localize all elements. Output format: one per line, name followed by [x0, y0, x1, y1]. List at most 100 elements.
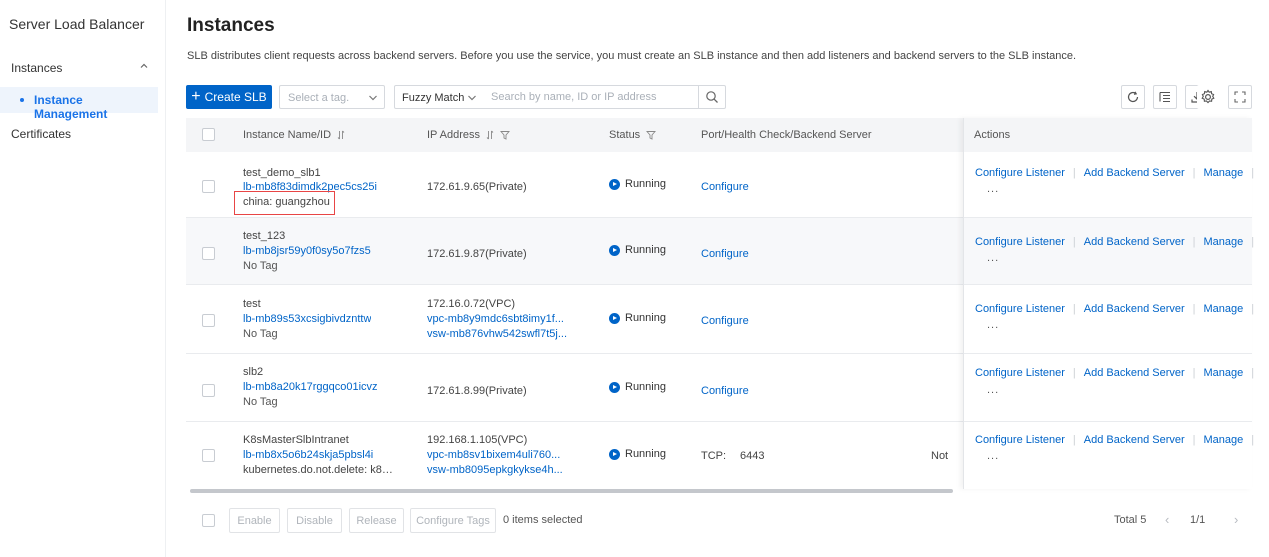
vswitch-link[interactable]: vsw-mb876vhw542swfl7t5j... — [427, 327, 567, 342]
configure-listener-link[interactable]: Configure Listener — [975, 167, 1065, 179]
filter-icon[interactable] — [646, 130, 657, 140]
page-indicator: 1/1 — [1190, 514, 1206, 526]
configure-listener-link[interactable]: Configure Listener — [975, 303, 1065, 315]
chevron-down-icon — [369, 95, 377, 101]
ip-address: 172.61.9.65(Private) — [427, 181, 527, 193]
running-icon — [609, 382, 620, 393]
search-button[interactable] — [698, 85, 726, 109]
column-settings-button[interactable] — [1153, 85, 1177, 109]
vpc-link[interactable]: vpc-mb8sv1bixem4uli760... — [427, 448, 560, 463]
instance-name: test_123 — [243, 230, 286, 242]
configure-tags-button[interactable]: Configure Tags — [410, 508, 496, 533]
add-backend-server-link[interactable]: Add Backend Server — [1084, 303, 1185, 315]
create-slb-label: Create SLB — [204, 90, 267, 104]
separator: | — [1251, 367, 1255, 379]
row-checkbox[interactable] — [202, 247, 215, 260]
configure-link[interactable]: Configure — [701, 247, 749, 262]
manage-link[interactable]: Manage — [1204, 434, 1244, 446]
column-header-status[interactable]: Status — [609, 129, 657, 141]
more-actions-button[interactable]: ... — [987, 252, 999, 264]
manage-link[interactable]: Manage — [1204, 303, 1244, 315]
refresh-icon — [1127, 91, 1139, 103]
configure-link[interactable]: Configure — [701, 384, 749, 399]
scrollbar-thumb[interactable] — [190, 489, 953, 493]
instance-name: test_demo_slb1 — [243, 167, 321, 179]
vpc-link[interactable]: vpc-mb8y9mdc6sbt8imy1f... — [427, 312, 564, 327]
settings-button[interactable] — [1197, 85, 1219, 109]
instance-id-link[interactable]: lb-mb8x5o6b24skja5pbsl4i — [243, 448, 373, 463]
more-actions-button[interactable]: ... — [987, 450, 999, 462]
instance-tag[interactable]: kubernetes.do.not.delete: k8s-for-... — [243, 463, 393, 478]
row-checkbox[interactable] — [202, 449, 215, 462]
column-header-ip[interactable]: IP Address — [427, 129, 510, 141]
ip-address: 172.61.9.87(Private) — [427, 248, 527, 260]
match-mode-select[interactable]: Fuzzy Match — [394, 85, 483, 109]
sidebar-group-instances[interactable]: Instances — [0, 56, 166, 80]
row-checkbox[interactable] — [202, 180, 215, 193]
listener-port: 6443 — [740, 450, 765, 462]
enable-button[interactable]: Enable — [229, 508, 280, 533]
separator: | — [1192, 434, 1196, 446]
disable-button[interactable]: Disable — [287, 508, 342, 533]
status-label: Running — [625, 312, 666, 324]
table-row: K8sMasterSlbIntranet lb-mb8x5o6b24skja5p… — [186, 422, 1252, 488]
filter-icon[interactable] — [500, 130, 510, 140]
configure-link[interactable]: Configure — [701, 314, 749, 329]
add-backend-server-link[interactable]: Add Backend Server — [1084, 167, 1185, 179]
column-header-name[interactable]: Instance Name/ID — [243, 129, 345, 141]
separator: | — [1072, 303, 1076, 315]
search-input[interactable] — [482, 85, 699, 109]
sidebar: Server Load Balancer Instances Instance … — [0, 0, 166, 557]
configure-listener-link[interactable]: Configure Listener — [975, 367, 1065, 379]
add-backend-server-link[interactable]: Add Backend Server — [1084, 434, 1185, 446]
chevron-left-icon[interactable]: ‹ — [1165, 512, 1169, 527]
manage-link[interactable]: Manage — [1204, 236, 1244, 248]
status-badge: Running — [609, 311, 666, 326]
fullscreen-button[interactable] — [1228, 85, 1252, 109]
manage-link[interactable]: Manage — [1204, 167, 1244, 179]
row-actions: Configure Listener | Add Backend Server | Ma… — [975, 167, 1262, 179]
row-actions: Configure Listener | Add Backend Server | Ma… — [975, 434, 1262, 446]
more-actions-button[interactable]: ... — [987, 183, 999, 195]
sort-icon[interactable] — [337, 130, 345, 140]
instance-id-link[interactable]: lb-mb89s53xcsigbivdznttw — [243, 312, 371, 327]
manage-link[interactable]: Manage — [1204, 367, 1244, 379]
more-actions-button[interactable]: ... — [987, 384, 999, 396]
add-backend-server-link[interactable]: Add Backend Server — [1084, 367, 1185, 379]
instance-id-link[interactable]: lb-mb8jsr59y0f0sy5o7fzs5 — [243, 244, 371, 259]
ip-address: 172.16.0.72(VPC) — [427, 298, 516, 310]
row-actions: Configure Listener | Add Backend Server | Ma… — [975, 367, 1262, 379]
sidebar-title: Server Load Balancer — [9, 16, 145, 32]
column-header-actions: Actions — [974, 129, 1010, 141]
chevron-right-icon[interactable]: › — [1234, 512, 1238, 527]
sidebar-item-certificates[interactable]: Certificates — [11, 127, 71, 141]
configure-listener-link[interactable]: Configure Listener — [975, 434, 1065, 446]
listener-protocol: TCP: — [701, 450, 727, 462]
row-checkbox[interactable] — [202, 314, 215, 327]
instance-name: K8sMasterSlbIntranet — [243, 434, 349, 446]
add-backend-server-link[interactable]: Add Backend Server — [1084, 236, 1185, 248]
column-header-port: Port/Health Check/Backend Server — [701, 129, 872, 141]
vswitch-link[interactable]: vsw-mb8095epkgkykse4h... — [427, 463, 563, 478]
footer-select-all-checkbox[interactable] — [202, 514, 215, 527]
row-checkbox[interactable] — [202, 384, 215, 397]
more-actions-button[interactable]: ... — [987, 319, 999, 331]
instance-id-link[interactable]: lb-mb8a20k17rggqco01icvz — [243, 380, 378, 395]
tag-select-placeholder: Select a tag. — [288, 92, 350, 104]
bullet-icon — [20, 98, 24, 102]
separator: | — [1072, 167, 1076, 179]
status-label: Running — [625, 178, 666, 190]
release-button[interactable]: Release — [349, 508, 404, 533]
create-slb-button[interactable]: + Create SLB — [186, 85, 272, 109]
gear-icon — [1201, 89, 1215, 104]
separator: | — [1192, 167, 1196, 179]
column-header-label: IP Address — [427, 129, 480, 141]
configure-listener-link[interactable]: Configure Listener — [975, 236, 1065, 248]
separator: | — [1251, 303, 1255, 315]
refresh-button[interactable] — [1121, 85, 1145, 109]
select-all-checkbox[interactable] — [202, 128, 215, 141]
sort-icon[interactable] — [486, 130, 494, 140]
sidebar-item-instance-management[interactable]: Instance Management — [0, 87, 158, 121]
tag-select[interactable]: Select a tag. — [279, 85, 385, 109]
configure-link[interactable]: Configure — [701, 180, 749, 195]
